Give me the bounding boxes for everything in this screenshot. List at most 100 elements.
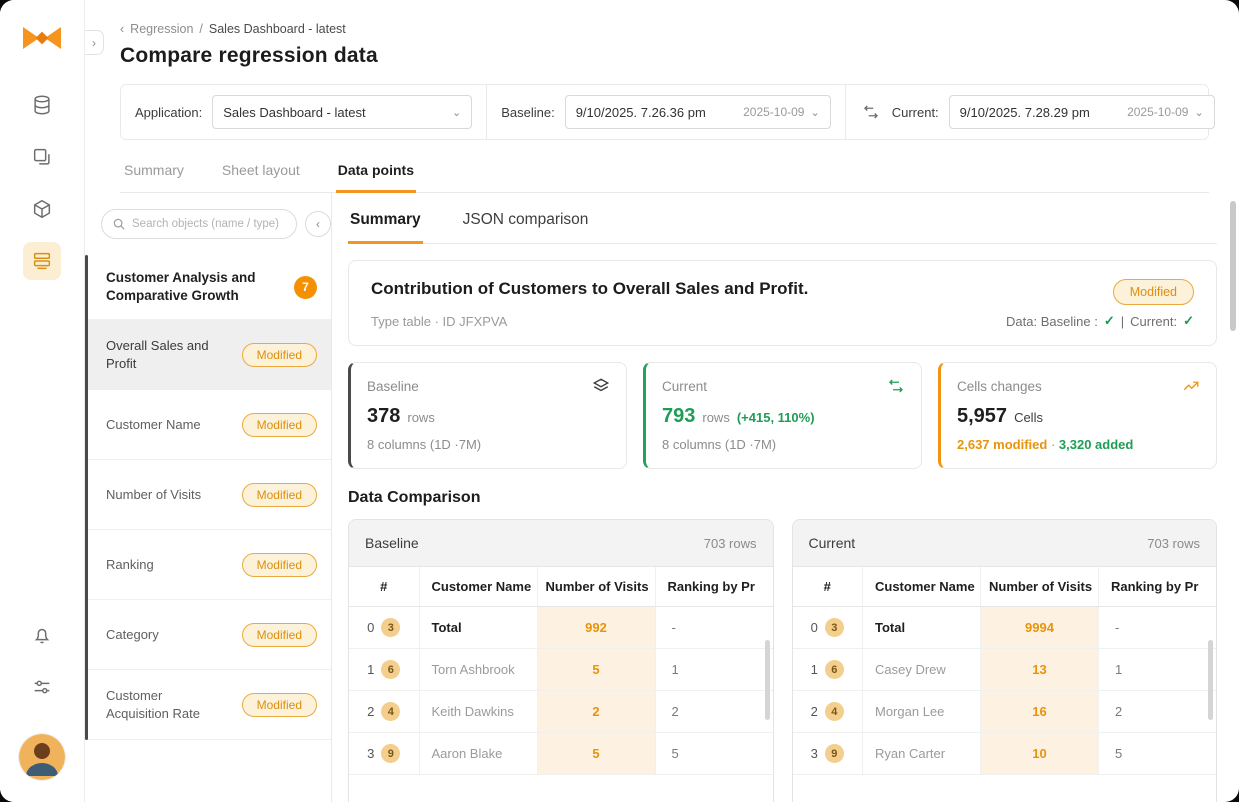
table-row[interactable]: 24 Morgan Lee 16 2 [793,691,1218,733]
cell-rank: 5 [655,733,774,775]
stat-title: Cells changes [957,379,1042,394]
table-header-row: # Customer Name Number of Visits Ranking… [793,567,1218,607]
current-rows-value: 793 [662,405,695,428]
tab-sheet-layout[interactable]: Sheet layout [220,154,302,192]
user-avatar[interactable] [19,734,65,780]
row-index: 1 [811,662,818,677]
object-group-header[interactable]: Customer Analysis and Comparative Growth… [85,255,331,320]
current-table-header: Current 703 rows [793,520,1217,567]
panel-collapse-button[interactable]: ‹ [305,211,331,237]
database-icon[interactable] [23,86,61,124]
stat-card-cells: Cells changes 5,957 Cells 2,637 modified… [938,362,1217,469]
package-icon[interactable] [23,190,61,228]
table-row[interactable]: 03 Total 992 - [349,607,774,649]
baseline-columns: 8 columns (1D ·7M) [367,437,610,452]
object-item-overall-sales[interactable]: Overall Sales and Profit Modified [85,320,331,390]
object-item-ranking[interactable]: Ranking Modified [85,530,331,600]
object-item-label: Number of Visits [106,486,201,504]
page-scrollbar[interactable] [1230,201,1236,331]
breadcrumb: ‹ Regression / Sales Dashboard - latest [120,22,1209,36]
cells-changes: 2,637 modified · 3,320 added [957,437,1200,452]
current-select[interactable]: 9/10/2025. 7.28.29 pm 2025-10-09 ⌄ [949,95,1215,129]
cell-rank: 1 [1099,649,1218,691]
breadcrumb-back-icon[interactable]: ‹ [120,22,124,36]
tables-row: Baseline 703 rows # Customer Name Number… [348,519,1217,802]
table-row[interactable]: 39 Ryan Carter 10 5 [793,733,1218,775]
comparison-toolbar: Application: Sales Dashboard - latest ⌄ … [120,84,1209,140]
search-input[interactable] [132,218,286,230]
chevron-down-icon: ⌄ [452,106,461,119]
sliders-icon[interactable] [23,668,61,706]
object-item-customer-acquisition-rate[interactable]: Customer Acquisition Rate Modified [85,670,331,740]
check-divider: | [1121,314,1124,329]
object-title: Contribution of Customers to Overall Sal… [371,279,808,299]
object-item-customer-name[interactable]: Customer Name Modified [85,390,331,460]
current-label: Current: [892,105,939,120]
row-change-badge: 3 [381,618,400,637]
application-label: Application: [135,105,202,120]
cell-customer-name: Total [419,607,537,649]
application-value: Sales Dashboard - latest [223,105,365,120]
detail-tab-summary[interactable]: Summary [348,205,423,244]
col-header-ranking: Ranking by Pr [655,567,774,607]
table-row[interactable]: 39 Aaron Blake 5 5 [349,733,774,775]
search-box[interactable] [101,209,297,239]
object-group-label: Customer Analysis and Comparative Growth [106,269,266,305]
search-icon [112,217,126,231]
table-row[interactable]: 03 Total 9994 - [793,607,1218,649]
cell-customer-name: Casey Drew [863,649,981,691]
row-index: 2 [811,704,818,719]
table-row[interactable]: 24 Keith Dawkins 2 2 [349,691,774,733]
cell-rank: 1 [655,649,774,691]
stat-title: Baseline [367,379,419,394]
stat-title: Current [662,379,707,394]
row-change-badge: 4 [381,702,400,721]
baseline-rows-value: 378 [367,405,400,428]
compare-arrows-icon [887,377,905,395]
swap-icon[interactable] [860,101,882,123]
cell-rank: - [1099,607,1218,649]
status-badge: Modified [1113,279,1194,305]
sidebar-expand-toggle[interactable]: › [85,30,104,55]
table-row[interactable]: 16 Casey Drew 13 1 [793,649,1218,691]
tab-data-points[interactable]: Data points [336,154,416,193]
col-header-ranking: Ranking by Pr [1099,567,1218,607]
cell-customer-name: Aaron Blake [419,733,537,775]
object-item-category[interactable]: Category Modified [85,600,331,670]
table-row[interactable]: 16 Torn Ashbrook 5 1 [349,649,774,691]
object-item-label: Ranking [106,556,154,574]
cell-rank: - [655,607,774,649]
application-group: Application: Sales Dashboard - latest ⌄ [121,85,486,139]
object-subtitle: Type table · ID JFXPVA [371,314,507,329]
objects-panel-scrollbar[interactable] [85,255,88,740]
cell-visits: 10 [981,733,1099,775]
baseline-value: 9/10/2025. 7.26.36 pm [576,105,706,120]
summary-card: Contribution of Customers to Overall Sal… [348,260,1217,346]
detail-area: Summary JSON comparison Contribution of … [332,193,1239,802]
baseline-table-scrollbar[interactable] [765,640,770,720]
application-select[interactable]: Sales Dashboard - latest ⌄ [212,95,472,129]
current-rows-delta: (+415, 110%) [737,410,815,425]
modified-badge: Modified [242,693,317,717]
baseline-select[interactable]: 9/10/2025. 7.26.36 pm 2025-10-09 ⌄ [565,95,831,129]
windows-icon[interactable] [23,138,61,176]
baseline-label: Baseline: [501,105,554,120]
stat-card-current: Current 793 rows (+415, 110%) 8 columns … [643,362,922,469]
baseline-table: Baseline 703 rows # Customer Name Number… [348,519,774,802]
detail-tab-json-comparison[interactable]: JSON comparison [461,205,591,243]
cell-rank: 5 [1099,733,1218,775]
detail-tabs: Summary JSON comparison [348,205,1217,244]
breadcrumb-current[interactable]: Sales Dashboard - latest [209,22,346,36]
object-item-number-of-visits[interactable]: Number of Visits Modified [85,460,331,530]
breadcrumb-separator: / [199,22,202,36]
tab-summary[interactable]: Summary [122,154,186,192]
object-item-label: Customer Name [106,416,201,434]
current-table-scrollbar[interactable] [1208,640,1213,720]
datasets-icon[interactable] [23,242,61,280]
row-change-badge: 6 [825,660,844,679]
check-icon: ✓ [1183,313,1194,329]
cell-visits: 5 [537,649,655,691]
cell-visits: 2 [537,691,655,733]
breadcrumb-section[interactable]: Regression [130,22,193,36]
bell-icon[interactable] [23,616,61,654]
